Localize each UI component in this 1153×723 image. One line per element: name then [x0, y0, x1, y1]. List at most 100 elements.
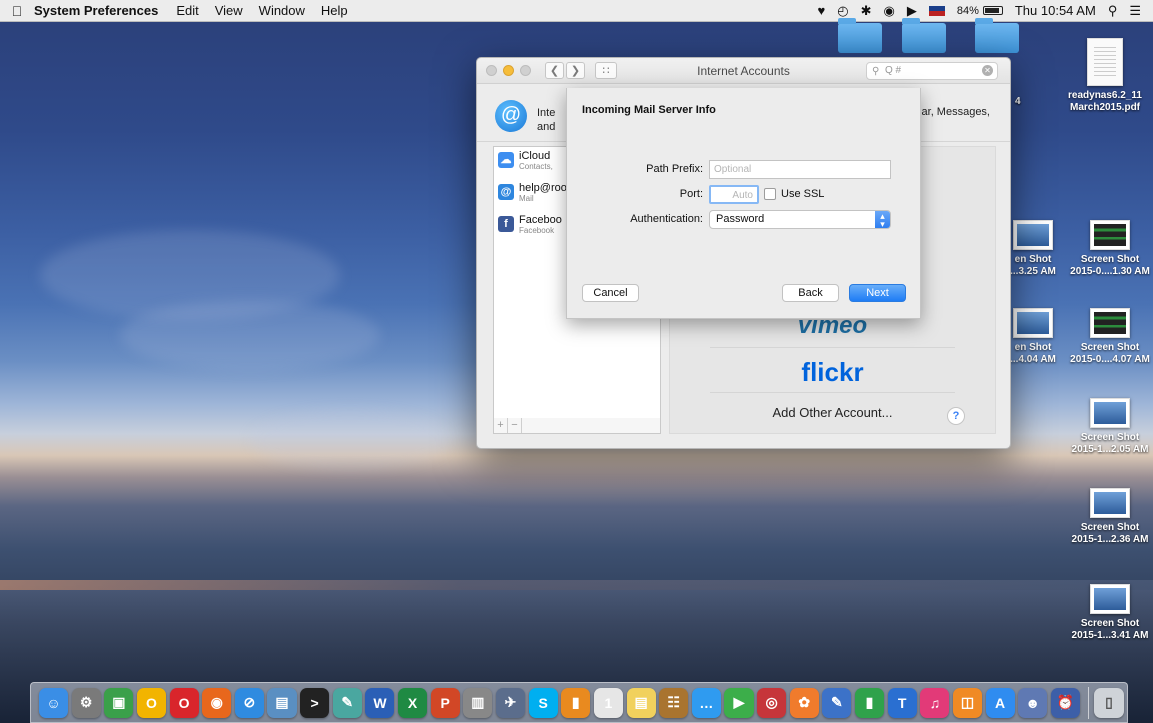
port-input[interactable]: Auto	[709, 185, 759, 204]
keynote-icon[interactable]: T	[887, 687, 917, 718]
screenshot-file-icon	[1090, 398, 1130, 428]
provider-flickr[interactable]: flickr	[670, 357, 995, 388]
path-prefix-input[interactable]: Optional	[709, 160, 891, 179]
help-button[interactable]: ?	[947, 407, 965, 425]
forward-nav-button[interactable]: ❯	[566, 62, 585, 79]
battery-status[interactable]: 84%	[957, 5, 1003, 17]
add-account-button[interactable]: +	[494, 418, 508, 433]
cancel-button[interactable]: Cancel	[582, 284, 639, 302]
pdf-name-line2: March2015.pdf	[1069, 102, 1141, 113]
menu-app-name[interactable]: System Preferences	[34, 3, 168, 18]
terminal-icon[interactable]: >	[300, 687, 330, 718]
notification-center-icon[interactable]: ☰	[1129, 3, 1141, 19]
firefox-icon[interactable]: ◉	[202, 687, 232, 718]
notes-icon[interactable]: ▥	[463, 687, 493, 718]
close-button[interactable]	[486, 65, 497, 76]
messages-icon[interactable]: …	[691, 687, 721, 718]
account-sub: Mail	[519, 194, 534, 203]
photos-icon[interactable]: ✿	[789, 687, 819, 718]
menu-help[interactable]: Help	[313, 3, 356, 18]
icloud-icon: ☁	[498, 152, 514, 168]
use-ssl-label[interactable]: Use SSL	[781, 188, 824, 200]
menu-edit[interactable]: Edit	[168, 3, 206, 18]
norton-icon[interactable]: O	[136, 687, 166, 718]
excel-icon[interactable]: X	[398, 687, 428, 718]
file-name-line1: Screen Shot	[1080, 522, 1140, 533]
screenshot-file-icon	[1013, 308, 1053, 338]
zoom-button[interactable]	[520, 65, 531, 76]
battery-percent: 84%	[956, 4, 979, 17]
authentication-label: Authentication:	[630, 213, 703, 225]
skype-icon[interactable]: S	[528, 687, 558, 718]
finder-icon[interactable]: ☺	[39, 687, 69, 718]
traffic-lights	[477, 65, 531, 76]
desktop-screenshot[interactable]: Screen Shot 2015-1...2.36 AM	[1067, 488, 1153, 546]
app-store-green-icon[interactable]: ▣	[104, 687, 134, 718]
itunes-icon[interactable]: ♫	[920, 687, 950, 718]
port-label: Port:	[679, 188, 703, 200]
authentication-select[interactable]: Password ▴ ▾	[709, 210, 891, 229]
time-machine-icon[interactable]: ◴	[837, 3, 848, 19]
show-all-grid-icon[interactable]: ∷	[595, 62, 617, 79]
contacts-icon[interactable]: ☷	[659, 687, 689, 718]
use-ssl-checkbox[interactable]	[764, 188, 776, 200]
mail-at-icon: @	[498, 184, 514, 200]
powerpoint-icon[interactable]: P	[430, 687, 460, 718]
account-sub: Facebook	[519, 226, 555, 235]
clock[interactable]: Thu 10:54 AM	[1015, 3, 1096, 18]
safari-icon[interactable]: ⊘	[234, 687, 264, 718]
screenshot-file-icon	[1090, 584, 1130, 614]
desktop-screenshot[interactable]: Screen Shot 2015-1...2.05 AM	[1067, 398, 1153, 456]
account-name: Faceboo	[519, 214, 562, 226]
dock-separator	[1087, 686, 1089, 719]
screenshot-file-icon	[1013, 220, 1053, 250]
calendar-icon[interactable]: 1	[593, 687, 623, 718]
facetime-icon[interactable]: ▶	[724, 687, 754, 718]
folder-icon[interactable]	[838, 18, 882, 53]
migration-icon[interactable]: ☻	[1018, 687, 1048, 718]
remove-account-button[interactable]: −	[508, 418, 522, 433]
books-icon[interactable]: ▮	[561, 687, 591, 718]
photo-booth-icon[interactable]: ◎	[757, 687, 787, 718]
clear-search-icon[interactable]: ✕	[982, 65, 993, 76]
wifi-icon[interactable]: ◉	[883, 3, 894, 19]
launchpad-icon[interactable]: ✈	[495, 687, 526, 718]
preview-icon[interactable]: ▤	[267, 687, 297, 718]
word-icon[interactable]: W	[365, 687, 395, 718]
file-name-line2: 2015-0....4.07 AM	[1070, 354, 1150, 365]
next-button[interactable]: Next	[849, 284, 906, 302]
preview-edit-icon[interactable]: ✎	[822, 687, 852, 718]
bluetooth-icon[interactable]: ✱	[861, 3, 872, 19]
photo-editor-icon[interactable]: ✎	[332, 687, 362, 718]
alarm-clock-icon[interactable]: ⏰	[1050, 687, 1080, 718]
path-prefix-row: Path Prefix: Optional	[567, 160, 922, 180]
flag-icon[interactable]	[928, 5, 945, 16]
desktop-screenshot[interactable]: Screen Shot 2015-0....1.30 AM	[1067, 220, 1153, 278]
minimize-button[interactable]	[503, 65, 514, 76]
folder-icon[interactable]	[902, 18, 946, 53]
select-arrows-icon: ▴ ▾	[875, 211, 890, 229]
back-nav-button[interactable]: ❮	[545, 62, 564, 79]
volume-icon[interactable]: ▶	[907, 3, 917, 19]
desktop-pdf-file[interactable]: readynas6.2_11 March2015.pdf	[1062, 38, 1148, 114]
menu-window[interactable]: Window	[251, 3, 313, 18]
app-store-icon[interactable]: A	[985, 687, 1015, 718]
menu-view[interactable]: View	[207, 3, 251, 18]
folder-icon[interactable]	[975, 18, 1019, 53]
header-text-line1: Inte	[537, 107, 556, 119]
desktop-screenshot[interactable]: Screen Shot 2015-1...3.41 AM	[1067, 584, 1153, 642]
search-field[interactable]: ⚲ Q # ✕	[866, 62, 998, 80]
stickies-icon[interactable]: ▤	[626, 687, 656, 718]
pdf-name-line1: readynas6.2_11	[1068, 90, 1142, 101]
spotlight-icon[interactable]: ⚲	[1108, 3, 1118, 19]
opera-icon[interactable]: O	[169, 687, 199, 718]
system-preferences-icon[interactable]: ⚙	[71, 687, 101, 718]
window-titlebar[interactable]: ❮ ❯ ∷ Internet Accounts ⚲ Q # ✕	[477, 58, 1010, 84]
apple-icon[interactable]: 	[0, 3, 34, 19]
ibooks-icon[interactable]: ◫	[952, 687, 982, 718]
back-button[interactable]: Back	[782, 284, 839, 302]
numbers-icon[interactable]: ▮	[855, 687, 885, 718]
evernote-icon[interactable]: ♥	[818, 3, 826, 18]
trash-icon[interactable]: ▯	[1094, 687, 1124, 718]
desktop-screenshot[interactable]: Screen Shot 2015-0....4.07 AM	[1067, 308, 1153, 366]
